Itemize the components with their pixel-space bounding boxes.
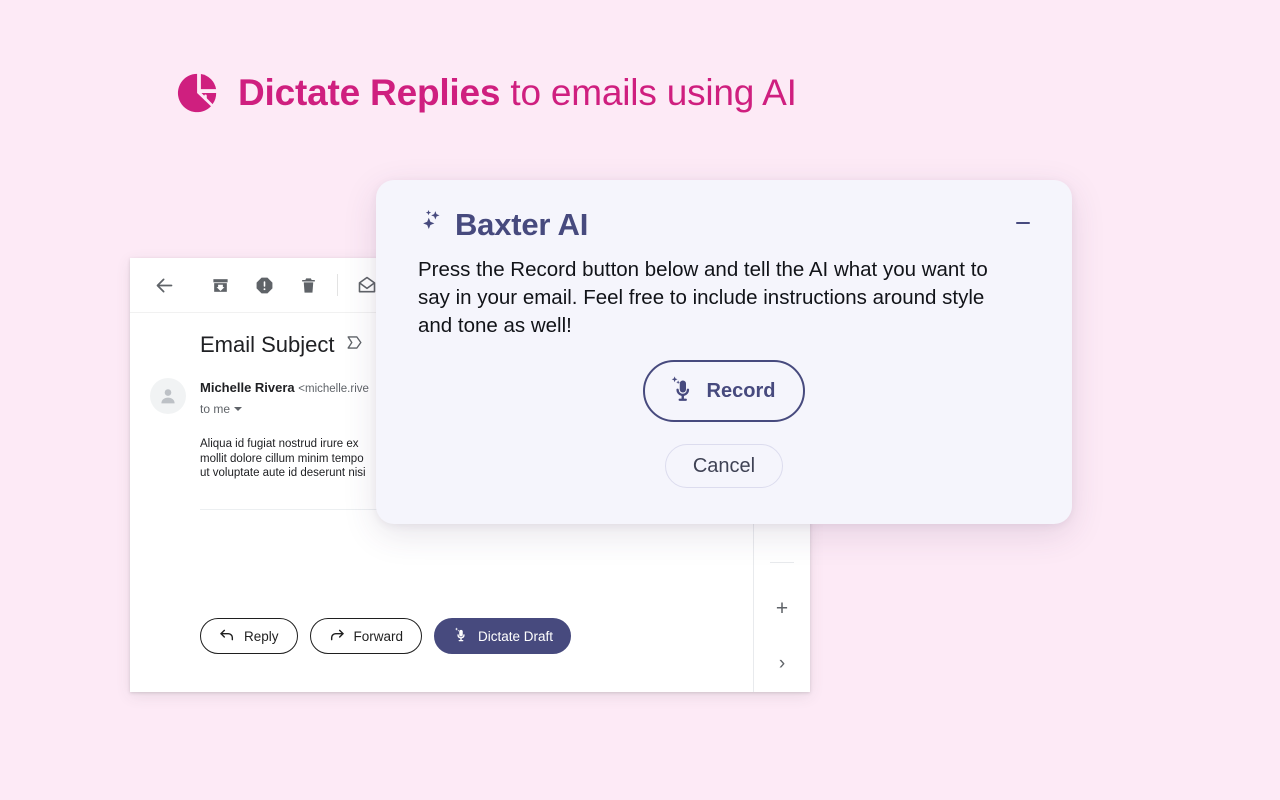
forward-arrow-icon <box>329 627 345 646</box>
forward-button-label: Forward <box>353 628 404 644</box>
mic-sparkle-icon <box>452 626 469 646</box>
expand-panel-icon[interactable]: › <box>779 654 785 673</box>
back-icon[interactable] <box>142 263 186 307</box>
record-button-label: Record <box>706 379 776 402</box>
dialog-body-text: Press the Record button below and tell t… <box>418 258 988 337</box>
sparkles-icon <box>418 206 448 244</box>
label-icon[interactable] <box>345 333 364 357</box>
reply-button-label: Reply <box>244 628 279 644</box>
sender-meta: Michelle Rivera <michelle.rive to me <box>200 378 369 418</box>
recipient-row[interactable]: to me <box>200 400 369 418</box>
sender-name: Michelle Rivera <box>200 380 295 395</box>
rail-divider <box>770 562 794 563</box>
record-button-row: Record <box>418 360 1042 422</box>
add-app-icon[interactable]: + <box>776 598 788 619</box>
dialog-title-group: Baxter AI <box>418 206 588 244</box>
sender-identity: Michelle Rivera <michelle.rive <box>200 379 369 398</box>
report-spam-icon[interactable] <box>242 263 286 307</box>
chevron-down-icon[interactable] <box>234 407 243 411</box>
mic-sparkle-icon <box>667 374 697 409</box>
dialog-title: Baxter AI <box>455 207 589 242</box>
email-subject: Email Subject <box>200 332 335 357</box>
baxter-ai-dialog: Baxter AI Press the Record button below … <box>376 180 1072 524</box>
forward-button[interactable]: Forward <box>309 618 423 654</box>
record-button[interactable]: Record <box>642 360 806 422</box>
cancel-button[interactable]: Cancel <box>665 444 783 488</box>
page-title: Dictate Replies to emails using AI <box>238 71 797 115</box>
dialog-titlebar: Baxter AI <box>418 206 1042 244</box>
cancel-button-row: Cancel <box>418 444 1042 488</box>
delete-icon[interactable] <box>286 263 330 307</box>
reply-arrow-icon <box>219 627 235 646</box>
sender-email: <michelle.rive <box>298 383 369 395</box>
recipient-label: to me <box>200 402 231 416</box>
page-title-strong: Dictate Replies <box>238 72 501 113</box>
reply-button[interactable]: Reply <box>200 618 298 654</box>
toolbar-divider <box>337 274 338 296</box>
page-title-light: to emails using AI <box>500 72 797 113</box>
minimize-icon[interactable] <box>1010 210 1036 236</box>
page-heading: Dictate Replies to emails using AI <box>176 62 797 124</box>
archive-icon[interactable] <box>198 263 242 307</box>
email-action-bar: Reply Forward Dictate Draft <box>200 618 572 654</box>
dictate-draft-button[interactable]: Dictate Draft <box>434 618 572 654</box>
dictate-draft-label: Dictate Draft <box>478 628 554 644</box>
avatar <box>150 378 186 414</box>
pie-chart-icon <box>176 70 222 116</box>
